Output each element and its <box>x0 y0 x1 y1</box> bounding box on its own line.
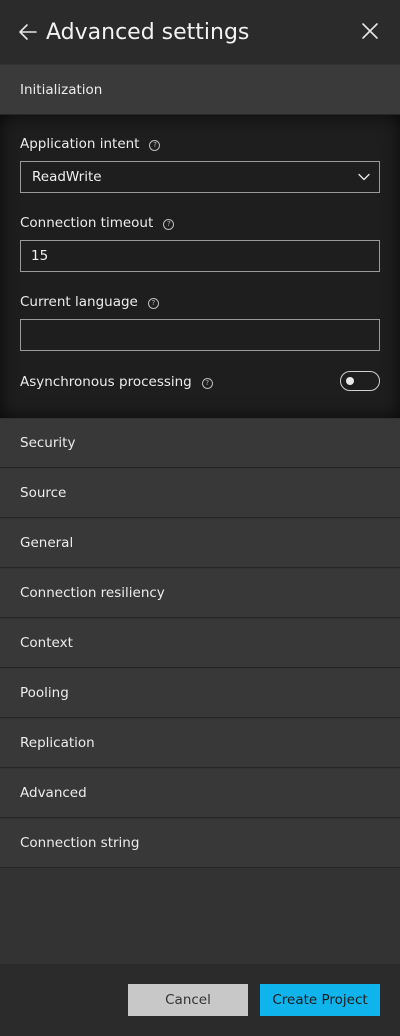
section-label: Initialization <box>20 82 103 98</box>
section-label: Security <box>20 435 76 451</box>
section-label: Context <box>20 635 73 651</box>
application-intent-select[interactable]: ReadWrite <box>20 161 380 193</box>
section-label: Replication <box>20 735 95 751</box>
section-label: Connection string <box>20 835 140 851</box>
section-connection-string[interactable]: Connection string <box>0 819 400 868</box>
help-icon[interactable]: ? <box>201 378 213 389</box>
back-button[interactable] <box>16 20 40 44</box>
asynchronous-processing-toggle[interactable] <box>340 371 380 391</box>
close-button[interactable] <box>358 19 382 43</box>
section-security[interactable]: Security <box>0 419 400 468</box>
connection-timeout-label: Connection timeout? <box>20 214 175 232</box>
section-replication[interactable]: Replication <box>0 719 400 768</box>
asynchronous-processing-label: Asynchronous processing? <box>20 373 213 391</box>
section-advanced[interactable]: Advanced <box>0 769 400 818</box>
help-icon[interactable]: ? <box>149 140 161 151</box>
panel-header: Advanced settings <box>0 0 400 64</box>
close-icon <box>362 23 378 39</box>
section-context[interactable]: Context <box>0 619 400 668</box>
section-label: Advanced <box>20 785 87 801</box>
section-pooling[interactable]: Pooling <box>0 669 400 718</box>
panel-footer: Cancel Create Project <box>0 964 400 1036</box>
current-language-label: Current language? <box>20 293 159 311</box>
section-source[interactable]: Source <box>0 469 400 518</box>
application-intent-value: ReadWrite <box>32 169 102 185</box>
chevron-down-icon <box>358 173 370 181</box>
help-icon[interactable]: ? <box>163 219 175 230</box>
section-label: General <box>20 535 74 551</box>
current-language-input[interactable] <box>20 319 380 351</box>
create-project-button[interactable]: Create Project <box>260 984 380 1016</box>
arrow-left-icon <box>19 24 37 40</box>
help-icon[interactable]: ? <box>147 298 159 309</box>
section-label: Source <box>20 485 67 501</box>
application-intent-label: Application intent? <box>20 135 161 153</box>
page-title: Advanced settings <box>46 20 250 45</box>
toggle-knob <box>346 377 354 385</box>
section-connection-resiliency[interactable]: Connection resiliency <box>0 569 400 618</box>
section-general[interactable]: General <box>0 519 400 568</box>
cancel-button[interactable]: Cancel <box>128 984 248 1016</box>
initialization-body: Application intent? ReadWrite Connection… <box>0 115 400 418</box>
section-initialization[interactable]: Initialization <box>0 65 400 115</box>
connection-timeout-input[interactable] <box>20 240 380 272</box>
advanced-settings-panel: Advanced settings Initialization Applica… <box>0 0 400 1036</box>
section-label: Connection resiliency <box>20 585 165 601</box>
section-label: Pooling <box>20 685 69 701</box>
